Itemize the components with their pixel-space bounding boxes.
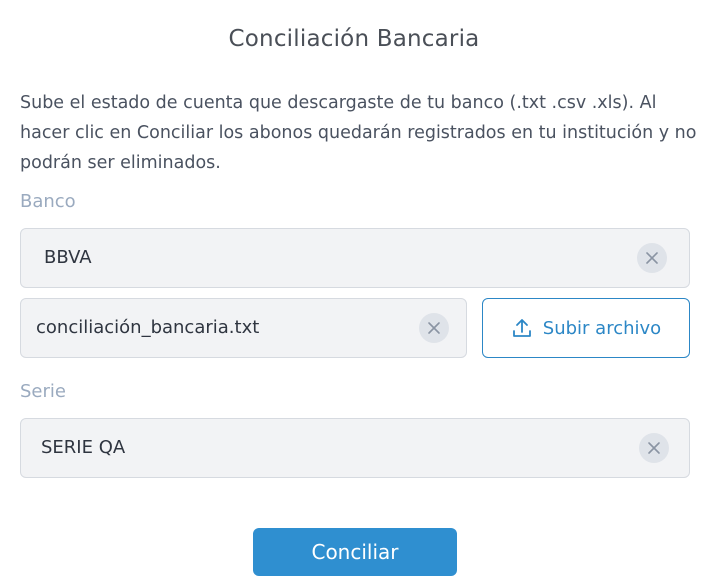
close-icon bbox=[428, 322, 440, 334]
file-name: conciliación_bancaria.txt bbox=[36, 317, 260, 338]
upload-icon bbox=[511, 317, 533, 339]
upload-file-button[interactable]: Subir archivo bbox=[482, 298, 690, 358]
bank-select[interactable]: BBVA bbox=[20, 228, 690, 288]
bank-clear-button[interactable] bbox=[637, 243, 667, 273]
bank-value: BBVA bbox=[44, 247, 92, 268]
series-label: Serie bbox=[20, 381, 66, 402]
series-value: SERIE QA bbox=[41, 437, 126, 458]
file-clear-button[interactable] bbox=[419, 313, 449, 343]
series-select[interactable]: SERIE QA bbox=[20, 418, 690, 478]
upload-button-label: Subir archivo bbox=[542, 317, 662, 339]
bank-reconciliation-dialog: Conciliación Bancaria Sube el estado de … bbox=[0, 0, 708, 584]
reconcile-button[interactable]: Conciliar bbox=[253, 528, 457, 576]
close-icon bbox=[648, 442, 660, 454]
dialog-description: Sube el estado de cuenta que descargaste… bbox=[20, 93, 697, 173]
close-icon bbox=[646, 252, 658, 264]
file-field[interactable]: conciliación_bancaria.txt bbox=[20, 298, 467, 358]
bank-label: Banco bbox=[20, 191, 76, 212]
dialog-title: Conciliación Bancaria bbox=[228, 26, 480, 52]
series-clear-button[interactable] bbox=[639, 433, 669, 463]
